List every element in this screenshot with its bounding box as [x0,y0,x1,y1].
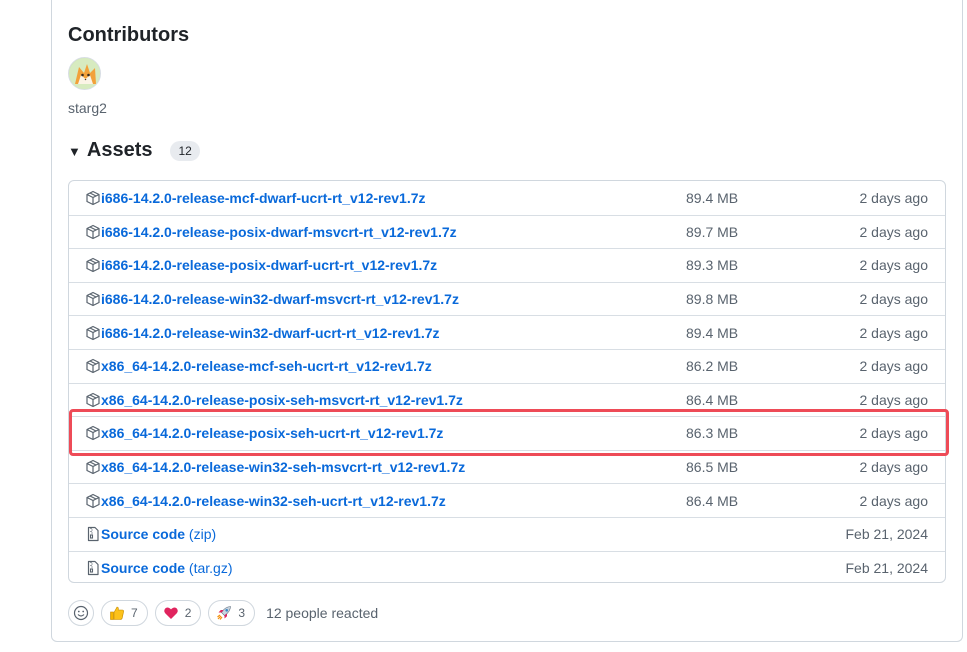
caret-down-icon: ▼ [68,144,81,159]
asset-date: 2 days ago [859,291,929,308]
reactions-summary[interactable]: 12 people reacted [266,605,378,621]
asset-size: 89.4 MB [686,324,739,341]
asset-date: 2 days ago [859,492,929,509]
smiley-icon [73,605,89,621]
asset-link[interactable]: Source code (tar.gz) [101,560,233,576]
asset-link[interactable]: i686-14.2.0-release-mcf-dwarf-ucrt-rt_v1… [101,190,426,206]
asset-link[interactable]: x86_64-14.2.0-release-mcf-seh-ucrt-rt_v1… [101,358,432,374]
asset-link[interactable]: i686-14.2.0-release-win32-dwarf-msvcrt-r… [101,291,459,307]
reaction-rocket[interactable]: 3 [208,600,256,626]
asset-link[interactable]: i686-14.2.0-release-posix-dwarf-ucrt-rt_… [101,257,437,273]
asset-row: x86_64-14.2.0-release-win32-seh-ucrt-rt_… [69,483,945,517]
asset-date: 2 days ago [859,459,929,476]
asset-row: x86_64-14.2.0-release-win32-seh-msvcrt-r… [69,449,945,484]
asset-row: i686-14.2.0-release-win32-dwarf-ucrt-rt_… [69,315,945,349]
asset-link[interactable]: x86_64-14.2.0-release-win32-seh-ucrt-rt_… [101,493,446,509]
asset-size: 89.3 MB [686,257,739,274]
reaction-count: 3 [238,606,246,620]
contributors-heading: Contributors [68,24,190,46]
asset-link[interactable]: i686-14.2.0-release-win32-dwarf-ucrt-rt_… [101,325,440,341]
asset-row: i686-14.2.0-release-posix-dwarf-msvcrt-r… [69,214,945,249]
asset-size: 86.2 MB [686,358,739,375]
asset-size: 86.4 MB [686,391,739,408]
package-icon [85,325,101,341]
asset-row: i686-14.2.0-release-mcf-dwarf-ucrt-rt_v1… [69,181,945,215]
asset-size: 89.7 MB [686,223,739,240]
asset-row: x86_64-14.2.0-release-posix-seh-msvcrt-r… [69,382,945,417]
assets-toggle[interactable]: ▼ Assets 12 [68,139,200,162]
asset-row: i686-14.2.0-release-posix-dwarf-ucrt-rt_… [69,248,945,282]
asset-date: 2 days ago [859,223,929,240]
asset-size: 89.8 MB [686,291,739,308]
asset-size: 86.3 MB [686,425,739,442]
package-icon [85,224,101,240]
asset-link[interactable]: x86_64-14.2.0-release-posix-seh-ucrt-rt_… [101,425,443,441]
package-icon [85,190,101,206]
asset-date: 2 days ago [859,324,929,341]
reaction-heart[interactable]: 2 [154,600,202,626]
asset-size: 86.4 MB [686,492,739,509]
asset-size: 89.4 MB [686,189,739,206]
assets-count-badge: 12 [170,140,200,161]
asset-link[interactable]: x86_64-14.2.0-release-win32-seh-msvcrt-r… [101,459,465,475]
asset-date: 2 days ago [859,391,929,408]
asset-row: x86_64-14.2.0-release-mcf-seh-ucrt-rt_v1… [69,348,945,383]
package-icon [85,493,101,509]
asset-date: 2 days ago [859,358,929,375]
reaction-count: 2 [184,606,192,620]
asset-link[interactable]: i686-14.2.0-release-posix-dwarf-msvcrt-r… [101,224,457,240]
reactions-bar: 7 2 3 12 people reacted [68,600,378,626]
asset-link[interactable]: Source code (zip) [101,526,216,542]
asset-date: 2 days ago [859,425,929,442]
asset-date: Feb 21, 2024 [845,526,928,543]
add-reaction-button[interactable] [68,600,94,626]
package-icon [85,459,101,475]
reaction-count: 7 [131,606,138,620]
thumbs-up-icon [110,606,124,620]
package-icon [85,392,101,408]
package-icon [85,257,101,273]
contributor-name[interactable]: starg2 [68,100,107,116]
asset-row: i686-14.2.0-release-win32-dwarf-msvcrt-r… [69,281,945,316]
asset-date: 2 days ago [859,189,929,206]
reaction-thumbs-up[interactable]: 7 [101,600,148,626]
file-zip-icon [85,560,101,576]
file-zip-icon [85,526,101,542]
package-icon [85,425,101,441]
asset-row-source-targz: Source code (tar.gz) Feb 21, 2024 [69,550,945,582]
heart-icon [163,607,178,619]
asset-link[interactable]: x86_64-14.2.0-release-posix-seh-msvcrt-r… [101,392,463,408]
rocket-icon [217,606,232,620]
avatar[interactable] [68,57,101,90]
assets-heading: Assets [86,139,153,161]
assets-list: i686-14.2.0-release-mcf-dwarf-ucrt-rt_v1… [68,180,946,583]
asset-date: Feb 21, 2024 [845,559,928,576]
package-icon [85,358,101,374]
asset-row-source-zip: Source code (zip) Feb 21, 2024 [69,516,945,551]
asset-date: 2 days ago [859,257,929,274]
asset-size: 86.5 MB [686,459,739,476]
package-icon [85,291,101,307]
asset-row-highlighted: x86_64-14.2.0-release-posix-seh-ucrt-rt_… [69,416,945,450]
